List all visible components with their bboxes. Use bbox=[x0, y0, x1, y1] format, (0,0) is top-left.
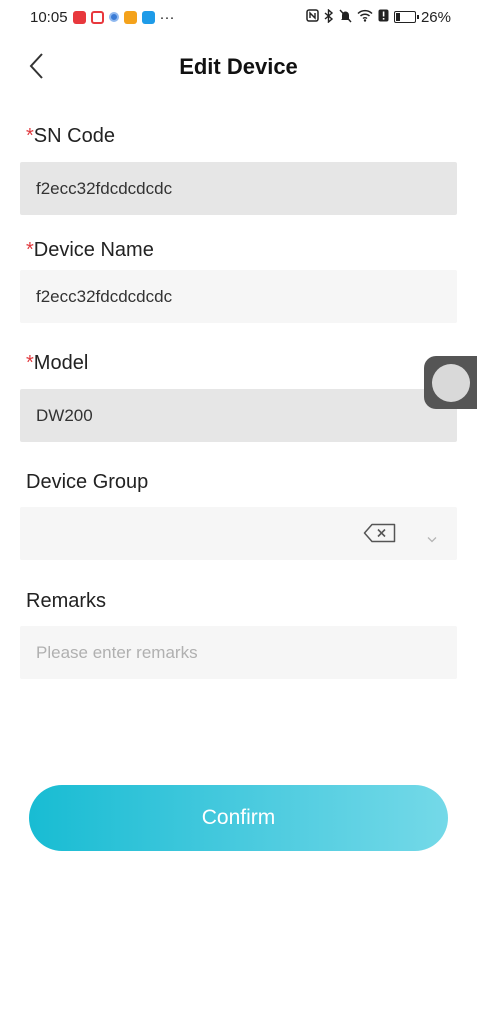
clear-icon[interactable] bbox=[363, 523, 397, 548]
notification-app-icon bbox=[72, 10, 86, 24]
model-value: DW200 bbox=[36, 405, 93, 425]
battery-fill bbox=[395, 13, 400, 21]
edit-device-screen: 10:05 ··· 26% Edit Device *SN Code f2ecc… bbox=[0, 0, 477, 1032]
sn-code-label: *SN Code bbox=[26, 125, 115, 148]
battery-icon bbox=[393, 11, 419, 23]
floating-assistive-button[interactable] bbox=[424, 356, 477, 409]
header: Edit Device bbox=[0, 40, 477, 92]
status-right: 26% bbox=[306, 7, 451, 26]
model-label-text: Model bbox=[33, 352, 89, 374]
model-field: DW200 bbox=[20, 389, 457, 442]
notification-app-icon bbox=[141, 10, 155, 24]
remarks-field[interactable] bbox=[20, 626, 457, 679]
chevron-down-icon[interactable] bbox=[427, 528, 437, 548]
sn-code-label-text: SN Code bbox=[33, 125, 115, 147]
required-mark: * bbox=[26, 352, 34, 374]
device-name-input[interactable] bbox=[36, 286, 457, 307]
required-mark: * bbox=[26, 125, 34, 147]
nfc-icon bbox=[306, 9, 319, 25]
wifi-icon bbox=[357, 9, 373, 25]
more-notifications-icon: ··· bbox=[159, 8, 175, 26]
confirm-button[interactable]: Confirm bbox=[29, 785, 448, 851]
remarks-input[interactable] bbox=[36, 642, 457, 663]
floating-button-dot bbox=[431, 363, 470, 402]
required-mark: * bbox=[26, 239, 34, 261]
alert-icon bbox=[378, 9, 389, 25]
bluetooth-icon bbox=[324, 7, 334, 26]
device-group-label: Device Group bbox=[26, 471, 149, 493]
device-name-label-text: Device Name bbox=[33, 239, 154, 261]
sn-code-value: f2ecc32fdcdcdcdc bbox=[36, 178, 173, 198]
notification-app-icon bbox=[123, 10, 137, 24]
remarks-label: Remarks bbox=[26, 590, 107, 612]
mute-bell-icon bbox=[339, 9, 352, 26]
notification-app-icon bbox=[90, 10, 104, 24]
battery-percent: 26% bbox=[420, 8, 451, 26]
device-name-field[interactable] bbox=[20, 270, 457, 323]
notification-app-icon bbox=[108, 12, 119, 22]
status-left: 10:05 ··· bbox=[30, 9, 175, 26]
page-title: Edit Device bbox=[179, 54, 298, 79]
device-group-select[interactable] bbox=[20, 507, 457, 560]
model-label: *Model bbox=[26, 352, 88, 375]
status-bar: 10:05 ··· 26% bbox=[0, 0, 477, 34]
device-name-label: *Device Name bbox=[26, 239, 154, 262]
status-time: 10:05 bbox=[30, 8, 68, 26]
sn-code-field: f2ecc32fdcdcdcdc bbox=[20, 162, 457, 215]
